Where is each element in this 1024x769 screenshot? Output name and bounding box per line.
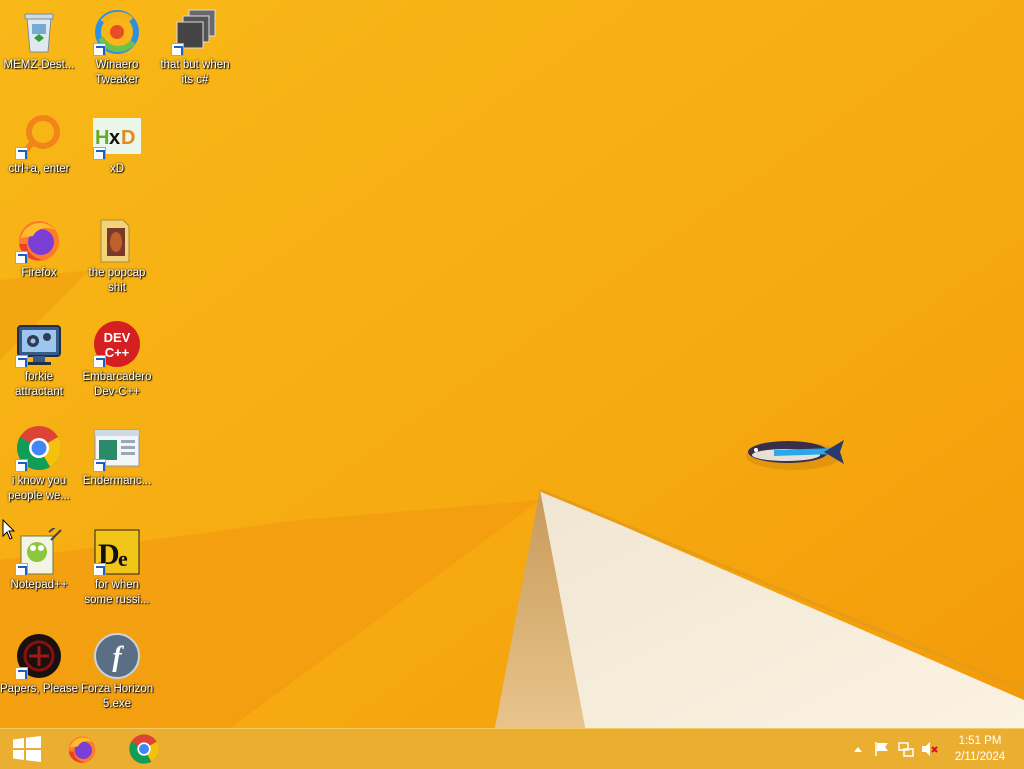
desktop-icon-label: Winaero Tweaker — [95, 59, 139, 86]
action-center-button[interactable] — [872, 739, 892, 759]
window-icon — [93, 424, 141, 472]
volume-button[interactable] — [920, 739, 940, 759]
desktop-icon-xd[interactable]: H x D xD — [78, 108, 156, 177]
taskbar-firefox-button[interactable] — [54, 729, 110, 769]
svg-text:DEV: DEV — [104, 330, 131, 345]
folder-icon — [93, 216, 141, 264]
desktop-icon-endermanch[interactable]: Endermanc... — [78, 420, 156, 489]
chrome-icon — [129, 734, 159, 764]
magnifier-ring-icon — [15, 112, 63, 160]
desktop-icon-papers-please[interactable]: Papers, Please — [0, 628, 78, 697]
hxd-icon: H x D — [93, 112, 141, 160]
desktop-icon-label: MEMZ-Dest... — [3, 59, 75, 71]
papers-please-icon — [15, 632, 63, 680]
desktop-icon-forza-horizon[interactable]: f Forza Horizon 5.exe — [78, 628, 156, 712]
clock[interactable]: 1:51 PM 2/11/2024 — [950, 733, 1010, 765]
notepadpp-icon — [15, 523, 63, 576]
firefox-icon — [68, 736, 96, 763]
windows-logo-icon — [13, 736, 41, 762]
shortcut-arrow-icon — [93, 43, 106, 56]
desktop-icon-label: Embarcadero Dev-C++ — [82, 371, 152, 398]
desktop-icon-popcap-folder[interactable]: the popcap shit — [78, 212, 156, 296]
recycle-bin-icon — [15, 8, 63, 56]
desktop-icon-label: Firefox — [21, 267, 57, 279]
desktop-icon-russian[interactable]: D e for when some russi... — [78, 524, 156, 608]
desktop-icon-label: Forza Horizon 5.exe — [80, 683, 154, 710]
desktop-icon-label: xD — [109, 163, 125, 175]
desktop-icon-forkie-attractant[interactable]: forkie attractant — [0, 316, 78, 400]
taskbar-chrome-button[interactable] — [116, 729, 172, 769]
desktop[interactable]: MEMZ-Dest... ctrl+a, enter Firefox forki… — [0, 0, 1024, 728]
de-icon: D e — [93, 528, 141, 576]
shortcut-arrow-icon — [93, 147, 106, 160]
desktop-icon-label: i know you people we... — [7, 475, 70, 502]
speaker-muted-icon — [922, 742, 938, 756]
chrome-icon — [15, 424, 63, 472]
start-button[interactable] — [0, 729, 54, 769]
desktop-icon-recycle-bin[interactable]: MEMZ-Dest... — [0, 4, 78, 73]
desktop-icon-winaero-tweaker[interactable]: Winaero Tweaker — [78, 4, 156, 88]
clock-time: 1:51 PM — [958, 735, 1002, 747]
shortcut-arrow-icon — [15, 147, 28, 160]
svg-text:H: H — [95, 127, 109, 149]
desktop-icon-chrome-shortcut[interactable]: i know you people we... — [0, 420, 78, 504]
desktop-icon-label: for when some russi... — [84, 579, 150, 606]
svg-text:x: x — [109, 127, 120, 149]
monitor-gears-icon — [15, 320, 63, 368]
desktop-icon-label: Notepad++ — [10, 579, 68, 591]
svg-text:e: e — [118, 546, 128, 571]
fish-image — [746, 440, 844, 470]
network-button[interactable] — [896, 739, 916, 759]
desktop-icon-label: the popcap shit — [88, 267, 146, 294]
mouse-cursor-icon — [2, 519, 16, 540]
flag-icon — [875, 742, 888, 756]
devcpp-icon: DEV C++ — [93, 320, 141, 368]
clock-date: 2/11/2024 — [954, 751, 1006, 763]
chevron-up-icon — [854, 747, 862, 752]
desktop-icon-label: ctrl+a, enter — [8, 163, 70, 175]
taskbar: 1:51 PM 2/11/2024 — [0, 728, 1024, 769]
desktop-icon-ctrl-a-enter[interactable]: ctrl+a, enter — [0, 108, 78, 177]
desktop-icon-label: Papers, Please — [0, 683, 78, 695]
desktop-icon-firefox[interactable]: Firefox — [0, 212, 78, 281]
shortcut-arrow-icon — [15, 563, 28, 576]
svg-text:D: D — [121, 127, 135, 149]
shortcut-arrow-icon — [15, 667, 28, 680]
winaero-icon — [93, 8, 141, 56]
desktop-icon-devcpp[interactable]: DEV C++ Embarcadero Dev-C++ — [78, 316, 156, 400]
shortcut-arrow-icon — [93, 355, 106, 368]
desktop-icon-that-but-c-sharp[interactable]: that but when its c# — [156, 4, 234, 88]
shortcut-arrow-icon — [93, 563, 106, 576]
stacked-windows-icon — [171, 8, 219, 56]
shortcut-arrow-icon — [93, 459, 106, 472]
desktop-icon-label: Endermanc... — [82, 475, 152, 487]
desktop-icon-label: forkie attractant — [15, 371, 63, 398]
firefox-icon — [15, 216, 63, 264]
network-icon — [898, 742, 914, 757]
svg-text:C++: C++ — [105, 345, 130, 360]
shortcut-arrow-icon — [15, 251, 28, 264]
desktop-icon-label: that but when its c# — [160, 59, 230, 86]
shortcut-arrow-icon — [15, 355, 28, 368]
show-hidden-icons-button[interactable] — [848, 739, 868, 759]
shortcut-arrow-icon — [15, 459, 28, 472]
shortcut-arrow-icon — [171, 43, 184, 56]
flash-icon: f — [93, 632, 141, 680]
